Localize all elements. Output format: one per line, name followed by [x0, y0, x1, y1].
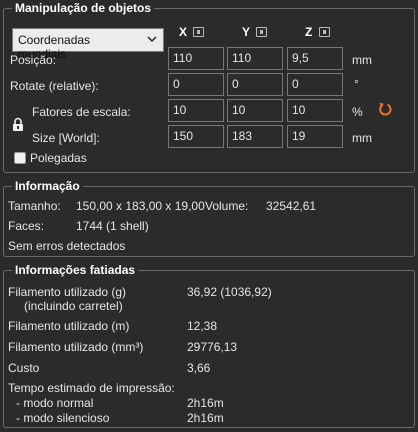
position-label: Posição:: [10, 53, 57, 67]
scale-z-input[interactable]: 10: [287, 99, 343, 122]
lock-icon[interactable]: [12, 117, 24, 132]
silent-mode-label: - modo silencioso: [16, 411, 110, 425]
axis-label-y: Y: [242, 25, 251, 39]
silent-mode-value: 2h16m: [187, 411, 224, 425]
object-manipulation-title: Manipulação de objetos: [12, 0, 155, 16]
filament-m-value: 12,38: [187, 319, 218, 333]
cost-value: 3,66: [187, 361, 211, 375]
faces-label: Faces:: [8, 219, 45, 233]
axis-label-z: Z: [305, 25, 313, 39]
rotate-unit: °: [354, 77, 359, 91]
size-z-input[interactable]: 19: [287, 125, 343, 148]
rotate-z-input[interactable]: 0: [287, 73, 343, 96]
position-y-input[interactable]: 110: [227, 47, 283, 70]
rotate-y-input[interactable]: 0: [227, 73, 283, 96]
info-panel: Informação Tamanho: 150,00 x 183,00 x 19…: [3, 178, 415, 257]
axis-x-lock-icon[interactable]: [193, 27, 204, 37]
faces-value: 1744 (1 shell): [76, 219, 149, 233]
scale-y-input[interactable]: 10: [227, 99, 283, 122]
filament-g-label: Filamento utilizado (g): [8, 285, 127, 299]
normal-mode-value: 2h16m: [187, 396, 224, 410]
axis-z-lock-icon[interactable]: [319, 27, 330, 37]
volume-value: 32542,61: [266, 199, 317, 213]
axis-y-lock-icon[interactable]: [256, 27, 267, 37]
volume-label: Volume:: [205, 199, 249, 213]
errors-status: Sem erros detectados: [8, 239, 126, 253]
rotate-label: Rotate (relative):: [10, 79, 99, 93]
position-unit: mm: [352, 53, 372, 67]
inches-label: Polegadas: [30, 151, 87, 165]
filament-g-value: 36,92 (1036,92): [187, 285, 272, 299]
size-x-input[interactable]: 150: [168, 125, 224, 148]
size-info-label: Tamanho:: [8, 199, 61, 213]
scale-x-input[interactable]: 10: [168, 99, 224, 122]
filament-g-sublabel: (incluindo carretel): [24, 299, 123, 313]
size-world-label: Size [World]:: [32, 131, 100, 145]
scale-factors-label: Fatores de escala:: [32, 105, 131, 119]
filament-mm3-value: 29776,13: [187, 340, 238, 354]
scale-unit: %: [352, 105, 363, 119]
filament-m-label: Filamento utilizado (m): [8, 319, 130, 333]
inches-checkbox[interactable]: [14, 152, 26, 164]
sliced-info-title: Informações fatiadas: [12, 262, 139, 278]
chevron-down-icon: [147, 36, 157, 43]
position-z-input[interactable]: 9,5: [287, 47, 343, 70]
filament-mm3-label: Filamento utilizado (mm³): [8, 340, 144, 354]
rotate-x-input[interactable]: 0: [168, 73, 224, 96]
reset-scale-icon[interactable]: [377, 101, 393, 117]
axis-label-x: X: [179, 25, 188, 39]
print-time-label: Tempo estimado de impressão:: [8, 381, 175, 395]
size-info-value: 150,00 x 183,00 x 19,00: [76, 199, 205, 213]
object-manipulation-panel: Manipulação de objetos Coordenadas mundi…: [3, 0, 415, 173]
info-title: Informação: [12, 178, 83, 194]
position-x-input[interactable]: 110: [168, 47, 224, 70]
normal-mode-label: - modo normal: [16, 396, 94, 410]
coordinate-system-select[interactable]: Coordenadas mundiais: [12, 28, 164, 61]
size-unit: mm: [352, 131, 372, 145]
cost-label: Custo: [8, 361, 40, 375]
sliced-info-panel: Informações fatiadas Filamento utilizado…: [3, 262, 415, 428]
size-y-input[interactable]: 183: [227, 125, 283, 148]
